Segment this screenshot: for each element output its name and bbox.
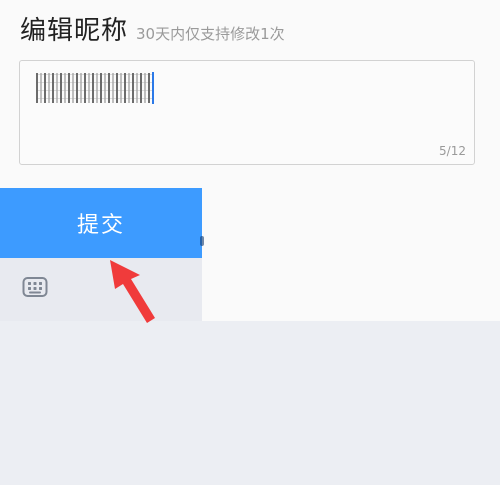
- header: 编辑昵称 30天内仅支持修改1次: [20, 10, 285, 47]
- redacted-nickname-text: [36, 73, 152, 103]
- keyboard-icon[interactable]: [22, 276, 48, 298]
- button-edge-mark: [200, 236, 204, 246]
- red-arrow-annotation: [110, 260, 155, 323]
- bottom-keyboard-area: [0, 321, 500, 485]
- blank-area: [202, 188, 500, 321]
- character-counter: 5/12: [439, 144, 466, 158]
- text-caret: [152, 72, 154, 104]
- edit-nickname-screen: 编辑昵称 30天内仅支持修改1次 5/12 提交: [0, 0, 500, 485]
- submit-button-label: 提交: [76, 213, 125, 238]
- page-title: 编辑昵称: [20, 16, 129, 46]
- submit-button[interactable]: 提交: [0, 188, 202, 258]
- edit-limit-hint: 30天内仅支持修改1次: [136, 25, 285, 43]
- nickname-input[interactable]: 5/12: [19, 60, 475, 165]
